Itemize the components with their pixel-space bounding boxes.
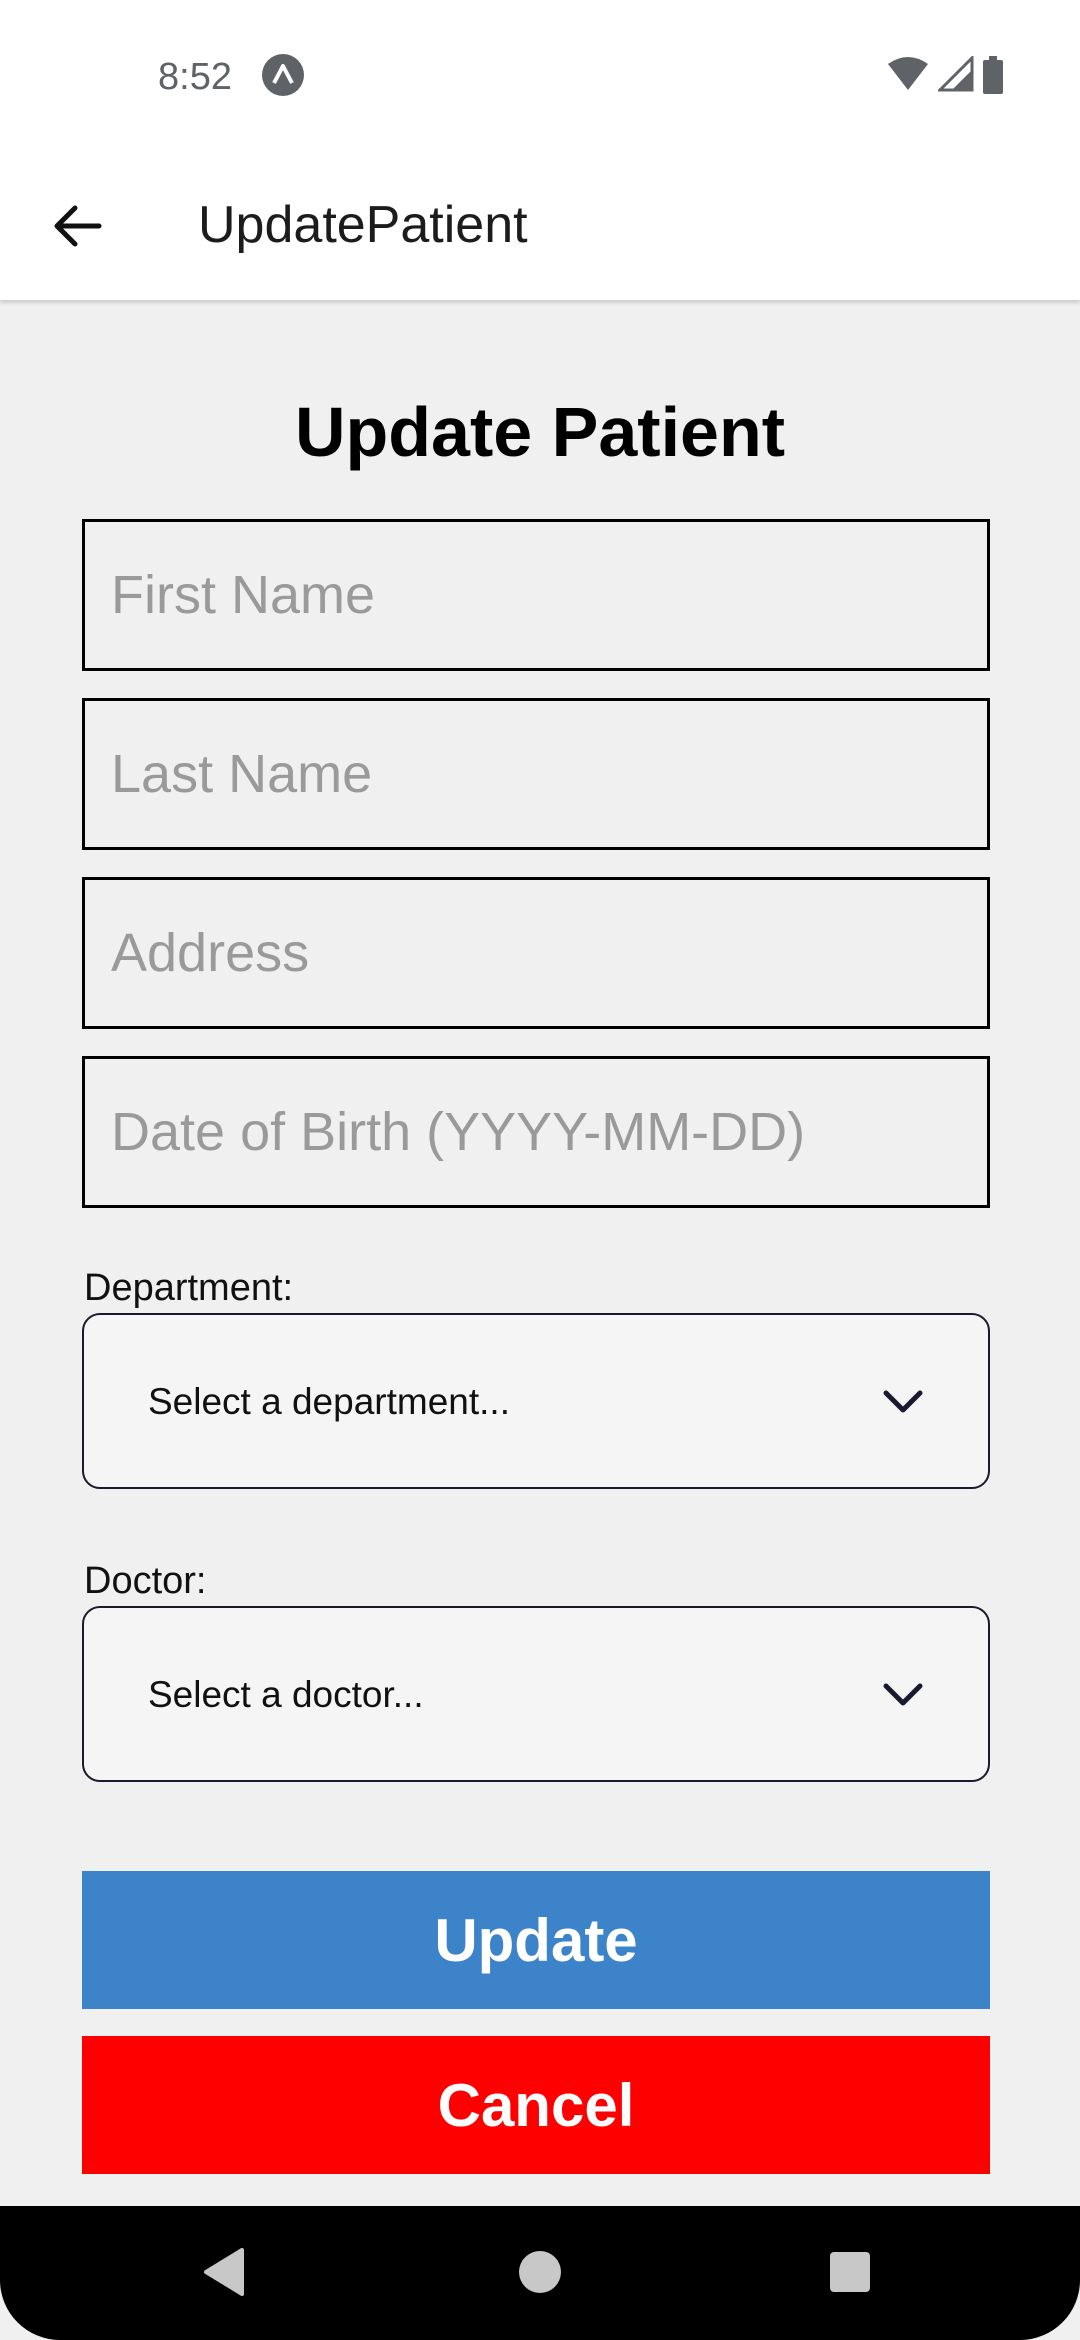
cancel-button[interactable]: Cancel <box>82 2036 990 2174</box>
nav-recents-button[interactable] <box>820 2242 880 2302</box>
update-button[interactable]: Update <box>82 1871 990 2009</box>
recents-square-icon <box>820 2252 880 2306</box>
status-icons <box>886 54 1004 99</box>
doctor-selected-value: Select a doctor... <box>148 1674 424 1715</box>
page-title: Update Patient <box>294 393 786 471</box>
date-of-birth-input[interactable] <box>82 1056 990 1208</box>
app-bar-title: UpdatePatient <box>198 196 528 254</box>
nav-back-button[interactable] <box>196 2242 256 2302</box>
form-content: Update Patient Department: Select a depa… <box>0 300 1080 2206</box>
doctor-label: Doctor: <box>84 1560 207 1602</box>
update-patient-screen: 8:52 UpdatePatient Update Patient First … <box>0 0 1080 2340</box>
chevron-down-icon <box>880 1672 926 1718</box>
nav-home-button[interactable] <box>510 2242 570 2302</box>
system-nav-bar <box>0 2206 1080 2340</box>
signal-icon <box>936 54 974 97</box>
battery-icon <box>982 56 1004 99</box>
doctor-select[interactable]: Select a doctor... <box>82 1606 990 1782</box>
department-select[interactable]: Select a department... <box>82 1313 990 1489</box>
address-input[interactable] <box>82 877 990 1029</box>
chevron-down-icon <box>880 1379 926 1425</box>
back-button[interactable] <box>36 186 120 270</box>
app-bar: UpdatePatient <box>0 150 1080 300</box>
department-label: Department: <box>84 1267 294 1309</box>
first-name-input[interactable] <box>82 519 990 671</box>
wifi-icon <box>886 56 930 97</box>
status-time: 8:52 <box>158 56 232 98</box>
last-name-input[interactable] <box>82 698 990 850</box>
back-triangle-icon <box>196 2248 256 2306</box>
expo-icon <box>262 54 304 96</box>
department-selected-value: Select a department... <box>148 1381 510 1422</box>
status-bar: 8:52 <box>0 0 1080 150</box>
arrow-left-icon <box>53 204 103 253</box>
home-circle-icon <box>510 2251 570 2306</box>
